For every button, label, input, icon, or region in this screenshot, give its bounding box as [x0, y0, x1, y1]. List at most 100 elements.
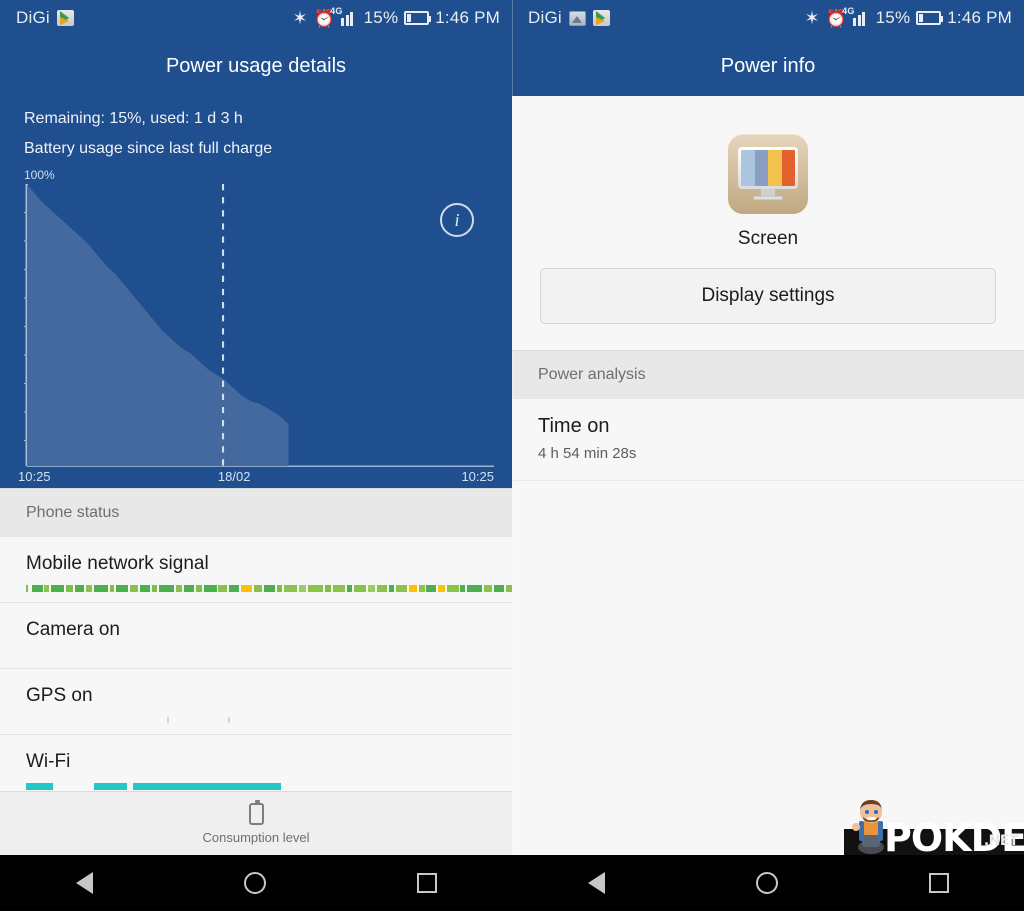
left-phone-panel: DiGi ✶ ⏰ 4G 15% 1:46 PM Power usage deta… [0, 0, 512, 911]
monitor-screen [741, 150, 795, 186]
app-summary-block: Screen Display settings [512, 96, 1024, 324]
carrier-label: DiGi [528, 8, 562, 27]
status-bar-segment [325, 585, 332, 592]
status-bar-right-group: ✶ ⏰ 4G 15% 1:46 PM [292, 6, 500, 28]
x-axis-labels: 10:25 18/02 10:25 [18, 469, 494, 491]
status-bar-segment [132, 783, 282, 790]
monitor-stand [761, 189, 775, 196]
network-type-label: 4G [330, 6, 343, 16]
status-bar-segment [31, 585, 43, 592]
consumption-level-label: Consumption level [202, 829, 310, 845]
battery-icon [404, 11, 432, 25]
play-store-icon [592, 10, 610, 26]
status-row-label: GPS on [26, 685, 93, 706]
battery-area-path [26, 184, 289, 467]
status-bar-segment [159, 585, 174, 592]
network-type-label: 4G [842, 6, 855, 16]
power-info-body: Screen Display settings Power analysis T… [512, 96, 1024, 911]
status-bar-segment [426, 585, 437, 592]
bluetooth-icon: ✶ [292, 8, 308, 28]
status-row[interactable]: GPS on [0, 669, 512, 735]
status-bar-segment [333, 585, 345, 592]
gallery-icon [568, 10, 586, 26]
status-bar-segment [276, 585, 282, 592]
y-axis-max-label: 100% [24, 168, 55, 182]
battery-graph [24, 184, 494, 469]
monitor-base [753, 196, 783, 200]
x-axis-middle-label: 18/02 [217, 469, 251, 484]
status-bar-segment [139, 585, 151, 592]
status-bar-segment [116, 585, 129, 592]
status-bar-left-group: DiGi [16, 8, 74, 28]
content-spacer [512, 324, 1024, 350]
status-bar-segment [175, 585, 183, 592]
battery-icon [916, 11, 944, 25]
status-bar-segment [467, 585, 482, 592]
status-bar-segment [196, 585, 202, 592]
status-bar-segment [26, 585, 29, 592]
status-row[interactable]: Mobile network signal [0, 537, 512, 603]
status-bar-segment [240, 585, 253, 592]
status-bar-segment [26, 783, 53, 790]
status-bar-segment [130, 585, 138, 592]
dual-phone-screenshot: DiGi ✶ ⏰ 4G 15% 1:46 PM Power usage deta… [0, 0, 1024, 911]
status-row-bar [26, 783, 512, 790]
battery-percent-label: 15% [363, 8, 399, 27]
status-bar-segment [227, 717, 231, 723]
recents-icon[interactable] [928, 873, 949, 893]
status-row-label: Wi-Fi [26, 751, 71, 772]
status-row-bar [26, 717, 512, 724]
status-bar-segment [283, 585, 298, 592]
status-bar-right-group: ✶ ⏰ 4G 15% 1:46 PM [804, 6, 1012, 28]
status-bar-segment [74, 585, 85, 592]
status-bar-segment [203, 585, 217, 592]
page-title-right: Power info [512, 36, 1024, 96]
screen-monitor-icon [728, 134, 808, 214]
status-bar-segment [438, 585, 445, 592]
time-on-row[interactable]: Time on 4 h 54 min 28s [512, 399, 1024, 481]
status-bar-segment [184, 585, 195, 592]
carrier-label: DiGi [16, 8, 50, 27]
status-bar-segment [65, 585, 73, 592]
nav-bar-left [0, 855, 512, 911]
panel-divider [512, 0, 513, 855]
status-bar-segment [368, 585, 375, 592]
status-bar-segment [44, 585, 50, 592]
status-bar-segment [152, 585, 158, 592]
status-bar-segment [307, 585, 324, 592]
status-bar-segment [166, 717, 170, 723]
status-bar-segment [353, 585, 367, 592]
status-row[interactable]: Camera on [0, 603, 512, 669]
battery-icon [248, 799, 264, 825]
home-icon[interactable] [755, 872, 778, 894]
play-store-icon [56, 10, 74, 26]
status-bar-segment [446, 585, 459, 592]
status-bar-segment [94, 585, 108, 592]
back-icon[interactable] [587, 872, 605, 894]
time-on-value: 4 h 54 min 28s [538, 445, 637, 462]
status-bar-segment [254, 585, 263, 592]
page-title-left: Power usage details [0, 36, 512, 96]
status-bar-segment [299, 585, 306, 592]
x-axis-end-label: 10:25 [461, 469, 494, 484]
monitor-glyph [738, 147, 798, 201]
recents-icon[interactable] [416, 873, 437, 893]
status-bar-segment [109, 585, 115, 592]
signal-icon: 4G [330, 6, 358, 26]
phone-status-header: Phone status [0, 488, 512, 537]
status-bar-right: DiGi ✶ ⏰ 4G 15% 1:46 PM [512, 0, 1024, 36]
display-settings-button[interactable]: Display settings [540, 268, 996, 324]
consumption-level-tab[interactable]: Consumption level [0, 791, 512, 855]
back-icon[interactable] [75, 872, 93, 894]
home-icon[interactable] [243, 872, 266, 894]
status-bar-left: DiGi ✶ ⏰ 4G 15% 1:46 PM [0, 0, 512, 36]
status-bar-left-group: DiGi [528, 8, 610, 28]
phone-status-list: Mobile network signal Camera on GPS on Wi-F… [0, 537, 512, 801]
status-bar-segment [346, 585, 352, 592]
power-analysis-header: Power analysis [512, 350, 1024, 399]
time-on-label: Time on [538, 415, 610, 437]
status-bar-segment [376, 585, 387, 592]
status-bar-segment [51, 585, 64, 592]
status-bar-segment [396, 585, 408, 592]
signal-icon: 4G [842, 6, 870, 26]
